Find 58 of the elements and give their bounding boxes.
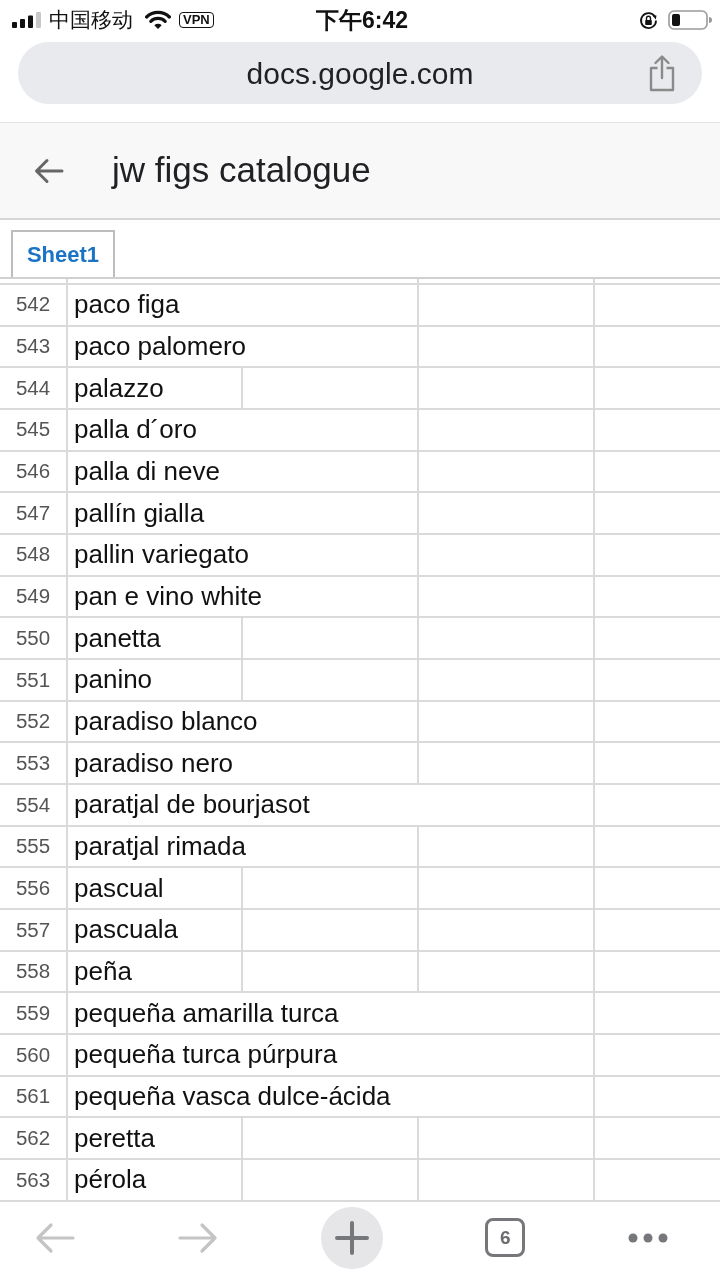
- row-number: 561: [0, 1076, 68, 1119]
- table-cell: pequeña amarilla turca: [68, 993, 595, 1036]
- table-cell: panino: [68, 660, 243, 702]
- row-number: 557: [0, 910, 68, 952]
- signal-icon: [12, 12, 41, 28]
- new-tab-plus-icon[interactable]: [320, 1206, 383, 1269]
- url-text: docs.google.com: [246, 55, 474, 92]
- table-cell: paradiso nero: [68, 743, 419, 786]
- battery-icon: [668, 10, 712, 30]
- clock-time: 下午6:42: [315, 5, 408, 35]
- table-cell: palla di neve: [68, 451, 419, 494]
- table-cell: pequeña vasca dulce-ácida: [68, 1076, 595, 1119]
- table-cell: pequeña turca púrpura: [68, 1035, 595, 1077]
- row-number: 560: [0, 1035, 68, 1077]
- table-cell: peretta: [68, 1118, 243, 1161]
- wifi-icon: [145, 10, 171, 30]
- row-number: 558: [0, 951, 68, 994]
- row-number: 543: [0, 326, 68, 369]
- row-number: 545: [0, 410, 68, 452]
- row-number: 555: [0, 826, 68, 869]
- row-number: 552: [0, 701, 68, 744]
- table-cell: paco palomero: [68, 326, 419, 369]
- row-number: 550: [0, 618, 68, 661]
- sheet-tab[interactable]: Sheet1: [11, 230, 115, 277]
- vpn-badge: VPN: [179, 12, 214, 28]
- table-cell: pascual: [68, 868, 243, 911]
- document-title: jw figs catalogue: [112, 149, 371, 192]
- row-number: 553: [0, 743, 68, 786]
- rotation-lock-icon: [639, 10, 658, 30]
- row-number: 554: [0, 785, 68, 827]
- table-cell: panetta: [68, 618, 243, 661]
- row-number: 562: [0, 1118, 68, 1161]
- row-number: 551: [0, 660, 68, 702]
- table-cell: pallín gialla: [68, 493, 419, 536]
- row-number: 556: [0, 868, 68, 911]
- table-cell: paco figa: [68, 285, 419, 327]
- address-bar[interactable]: docs.google.com: [18, 42, 702, 104]
- row-number: 548: [0, 535, 68, 577]
- row-number: 546: [0, 451, 68, 494]
- more-menu-icon[interactable]: [628, 1232, 668, 1243]
- table-cell: peña: [68, 951, 243, 994]
- table-cell: paradiso blanco: [68, 701, 419, 744]
- table-cell: pallin variegato: [68, 535, 419, 577]
- table-cell: pascuala: [68, 910, 243, 952]
- table-cell: paratjal rimada: [68, 826, 419, 869]
- back-arrow-icon[interactable]: [34, 157, 64, 184]
- row-number: 542: [0, 285, 68, 327]
- share-icon[interactable]: [648, 54, 676, 92]
- table-cell: pan e vino white: [68, 576, 419, 619]
- row-number: 549: [0, 576, 68, 619]
- table-cell: palla d´oro: [68, 410, 419, 452]
- row-number: 547: [0, 493, 68, 536]
- row-number: 544: [0, 368, 68, 410]
- row-number: 559: [0, 993, 68, 1036]
- table-cell: palazzo: [68, 368, 243, 410]
- table-cell: paratjal de bourjasot: [68, 785, 595, 827]
- carrier-name: 中国移动: [49, 7, 133, 34]
- tab-count-button[interactable]: 6: [485, 1218, 526, 1258]
